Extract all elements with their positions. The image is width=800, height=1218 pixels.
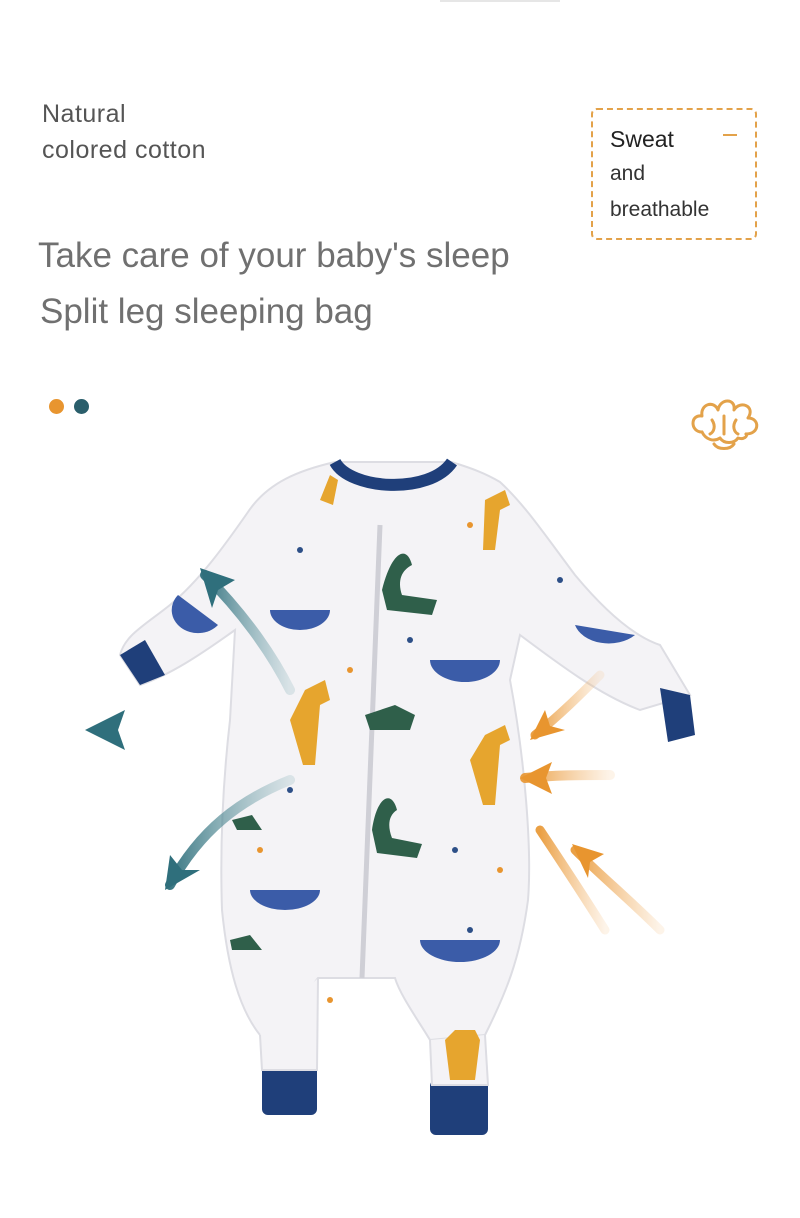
subheadline: Split leg sleeping bag <box>40 292 373 331</box>
feature-breathable-box: Sweat and breathable <box>591 108 757 240</box>
top-divider <box>440 0 560 2</box>
color-swatch-orange[interactable] <box>49 399 64 414</box>
feature-left-line1: Natural <box>42 100 127 128</box>
dash-mark <box>723 134 737 136</box>
sleeping-bag-body <box>118 458 695 1135</box>
color-swatch-teal[interactable] <box>74 399 89 414</box>
feature-left-line2: colored cotton <box>42 136 207 164</box>
orange-arrows <box>520 670 665 935</box>
sleeping-bag-image <box>79 458 695 1135</box>
headline: Take care of your baby's sleep <box>38 236 510 275</box>
feature-right-line1: Sweat <box>610 126 674 152</box>
feature-right-line3: breathable <box>610 198 710 221</box>
feature-natural-cotton: Natural colored cotton <box>42 96 206 168</box>
feature-right-line2: and <box>610 162 646 185</box>
